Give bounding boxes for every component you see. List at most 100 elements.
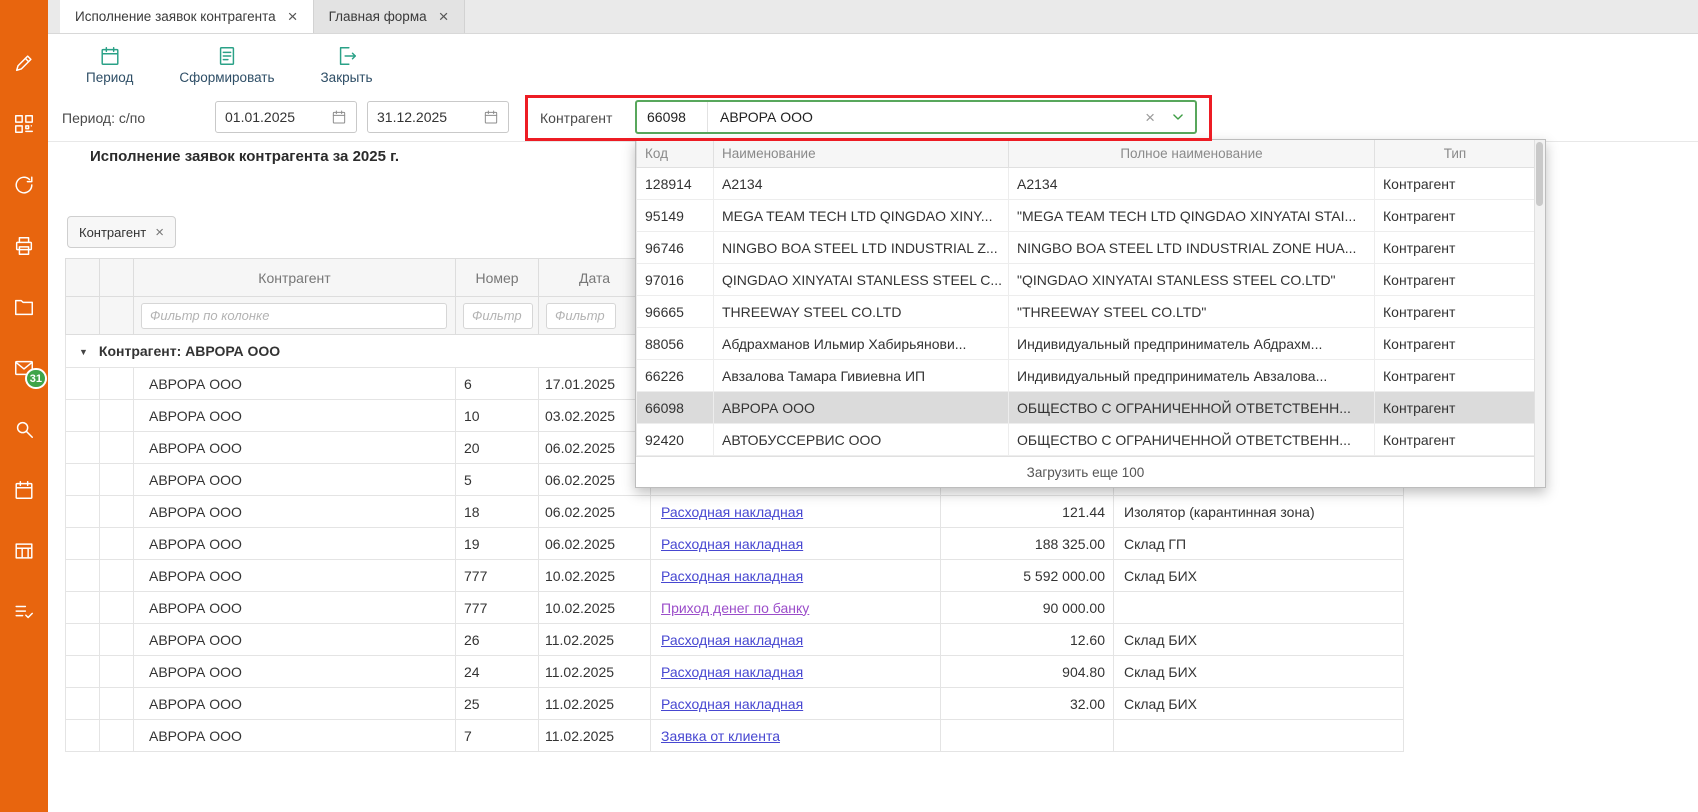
tab-report-execution[interactable]: Исполнение заявок контрагента × — [60, 0, 313, 33]
table-row[interactable]: АВРОРА ООО 26 11.02.2025 Расходная накла… — [66, 624, 1404, 656]
chevron-down-icon[interactable] — [1171, 110, 1185, 124]
load-more-button[interactable]: Загрузить еще 100 — [636, 456, 1535, 487]
dropdown-row[interactable]: 95149MEGA TEAM TECH LTD QINGDAO XINY... … — [637, 200, 1536, 232]
combobox-divider — [707, 102, 708, 132]
column-header-blank — [100, 259, 134, 297]
tab-main-form[interactable]: Главная форма × — [313, 0, 465, 33]
document-link[interactable]: Расходная накладная — [661, 504, 803, 520]
dropdown-row[interactable]: 88056Абдрахманов Ильмир Хабирьянови... И… — [637, 328, 1536, 360]
board-icon[interactable] — [13, 540, 35, 562]
table-row[interactable]: АВРОРА ООО 19 06.02.2025 Расходная накла… — [66, 528, 1404, 560]
chip-label: Контрагент — [79, 225, 146, 240]
folder-icon[interactable] — [13, 296, 35, 318]
close-icon[interactable]: × — [439, 8, 449, 25]
column-filter-number[interactable] — [463, 303, 533, 329]
button-label: Период — [86, 70, 133, 85]
cell-number: 24 — [456, 656, 539, 688]
dropdown-row[interactable]: 128914A2134 A2134Контрагент — [637, 168, 1536, 200]
dropdown-row[interactable]: 66226Авзалова Тамара Гивиевна ИП Индивид… — [637, 360, 1536, 392]
sync-icon[interactable] — [13, 174, 35, 196]
cell-number: 19 — [456, 528, 539, 560]
cell-date: 06.02.2025 — [539, 464, 651, 496]
qr-code-icon[interactable] — [13, 113, 35, 135]
document-link[interactable]: Расходная накладная — [661, 664, 803, 680]
collapse-caret-icon[interactable]: ▼ — [79, 347, 88, 357]
exit-door-icon — [336, 45, 358, 67]
table-row[interactable]: АВРОРА ООО 7 11.02.2025 Заявка от клиент… — [66, 720, 1404, 752]
column-header-number[interactable]: Номер — [456, 259, 539, 297]
toolbar: Период Сформировать Закрыть — [48, 34, 1698, 95]
edit-icon[interactable] — [13, 52, 35, 74]
dropdown-header-name[interactable]: Наименование — [714, 140, 1009, 168]
column-filter-counterparty[interactable] — [141, 303, 447, 329]
date-to-input[interactable] — [367, 101, 509, 133]
table-row[interactable]: АВРОРА ООО 777 10.02.2025 Приход денег п… — [66, 592, 1404, 624]
column-header-counterparty[interactable]: Контрагент — [134, 259, 456, 297]
dropdown-row[interactable]: 97016QINGDAO XINYATAI STANLESS STEEL C..… — [637, 264, 1536, 296]
tasks-icon[interactable] — [13, 601, 35, 623]
dropdown-header-fullname[interactable]: Полное наименование — [1009, 140, 1375, 168]
cell-number: 5 — [456, 464, 539, 496]
dropdown-row-selected[interactable]: 66098АВРОРА ООО ОБЩЕСТВО С ОГРАНИЧЕННОЙ … — [637, 392, 1536, 424]
table-row[interactable]: АВРОРА ООО 25 11.02.2025 Расходная накла… — [66, 688, 1404, 720]
mail-icon[interactable]: 31 — [13, 357, 35, 379]
document-link[interactable]: Приход денег по банку — [661, 600, 809, 616]
date-from-input[interactable] — [215, 101, 357, 133]
dropdown-header-type[interactable]: Тип — [1375, 140, 1536, 168]
close-button[interactable]: Закрыть — [321, 45, 373, 85]
tab-label: Главная форма — [329, 9, 427, 24]
counterparty-combobox[interactable]: 66098 АВРОРА ООО × — [635, 100, 1197, 134]
cell-date: 06.02.2025 — [539, 528, 651, 560]
cell-date: 11.02.2025 — [539, 656, 651, 688]
cell-date: 11.02.2025 — [539, 624, 651, 656]
dropdown-row[interactable]: 96665THREEWAY STEEL CO.LTD "THREEWAY STE… — [637, 296, 1536, 328]
cell-date: 11.02.2025 — [539, 688, 651, 720]
cell-date: 11.02.2025 — [539, 720, 651, 752]
document-link[interactable]: Расходная накладная — [661, 696, 803, 712]
dropdown-row[interactable]: 92420АВТОБУССЕРВИС ООО ОБЩЕСТВО С ОГРАНИ… — [637, 424, 1536, 456]
report-title: Исполнение заявок контрагента за 2025 г. — [90, 148, 399, 165]
cell-number: 777 — [456, 560, 539, 592]
document-link[interactable]: Расходная накладная — [661, 568, 803, 584]
filter-chip[interactable]: Контрагент × — [67, 216, 176, 248]
generate-button[interactable]: Сформировать — [179, 45, 274, 85]
dropdown-row[interactable]: 96746NINGBO BOA STEEL LTD INDUSTRIAL Z..… — [637, 232, 1536, 264]
counterparty-dropdown: Код Наименование Полное наименование Тип… — [635, 139, 1546, 488]
table-row[interactable]: АВРОРА ООО 777 10.02.2025 Расходная накл… — [66, 560, 1404, 592]
sidebar: 31 — [0, 0, 48, 812]
button-label: Закрыть — [321, 70, 373, 85]
period-button[interactable]: Период — [86, 45, 133, 85]
table-row[interactable]: АВРОРА ООО 24 11.02.2025 Расходная накла… — [66, 656, 1404, 688]
cell-counterparty: АВРОРА ООО — [134, 432, 456, 464]
chip-close-icon[interactable]: × — [155, 225, 164, 240]
column-header-date[interactable]: Дата — [539, 259, 651, 297]
document-link[interactable]: Расходная накладная — [661, 536, 803, 552]
document-link[interactable]: Заявка от клиента — [661, 728, 780, 744]
cell-warehouse: Изолятор (карантинная зона) — [1114, 496, 1404, 528]
cell-date: 17.01.2025 — [539, 368, 651, 400]
dropdown-header-code[interactable]: Код — [637, 140, 714, 168]
clear-icon[interactable]: × — [1145, 109, 1155, 126]
date-to-value[interactable] — [377, 109, 463, 125]
close-icon[interactable]: × — [288, 8, 298, 25]
filter-bar: Период: с/по Контрагент 66098 АВРОРА ООО… — [48, 95, 1698, 141]
scrollbar-thumb[interactable] — [1536, 142, 1543, 206]
cell-sum: 5 592 000.00 — [941, 560, 1114, 592]
print-icon[interactable] — [13, 235, 35, 257]
combobox-code: 66098 — [647, 109, 707, 125]
dropdown-scrollbar[interactable] — [1534, 140, 1545, 487]
cell-sum: 121.44 — [941, 496, 1114, 528]
date-from-value[interactable] — [225, 109, 311, 125]
cell-number: 6 — [456, 368, 539, 400]
table-row[interactable]: АВРОРА ООО 18 06.02.2025 Расходная накла… — [66, 496, 1404, 528]
cell-sum: 32.00 — [941, 688, 1114, 720]
calendar-icon[interactable] — [483, 109, 499, 125]
document-link[interactable]: Расходная накладная — [661, 632, 803, 648]
calendar-icon[interactable] — [331, 109, 347, 125]
search-icon[interactable] — [13, 418, 35, 440]
tab-bar: Исполнение заявок контрагента × Главная … — [48, 0, 1698, 34]
column-filter-date[interactable] — [546, 303, 616, 329]
calendar-icon[interactable] — [13, 479, 35, 501]
cell-sum — [941, 720, 1114, 752]
cell-counterparty: АВРОРА ООО — [134, 400, 456, 432]
